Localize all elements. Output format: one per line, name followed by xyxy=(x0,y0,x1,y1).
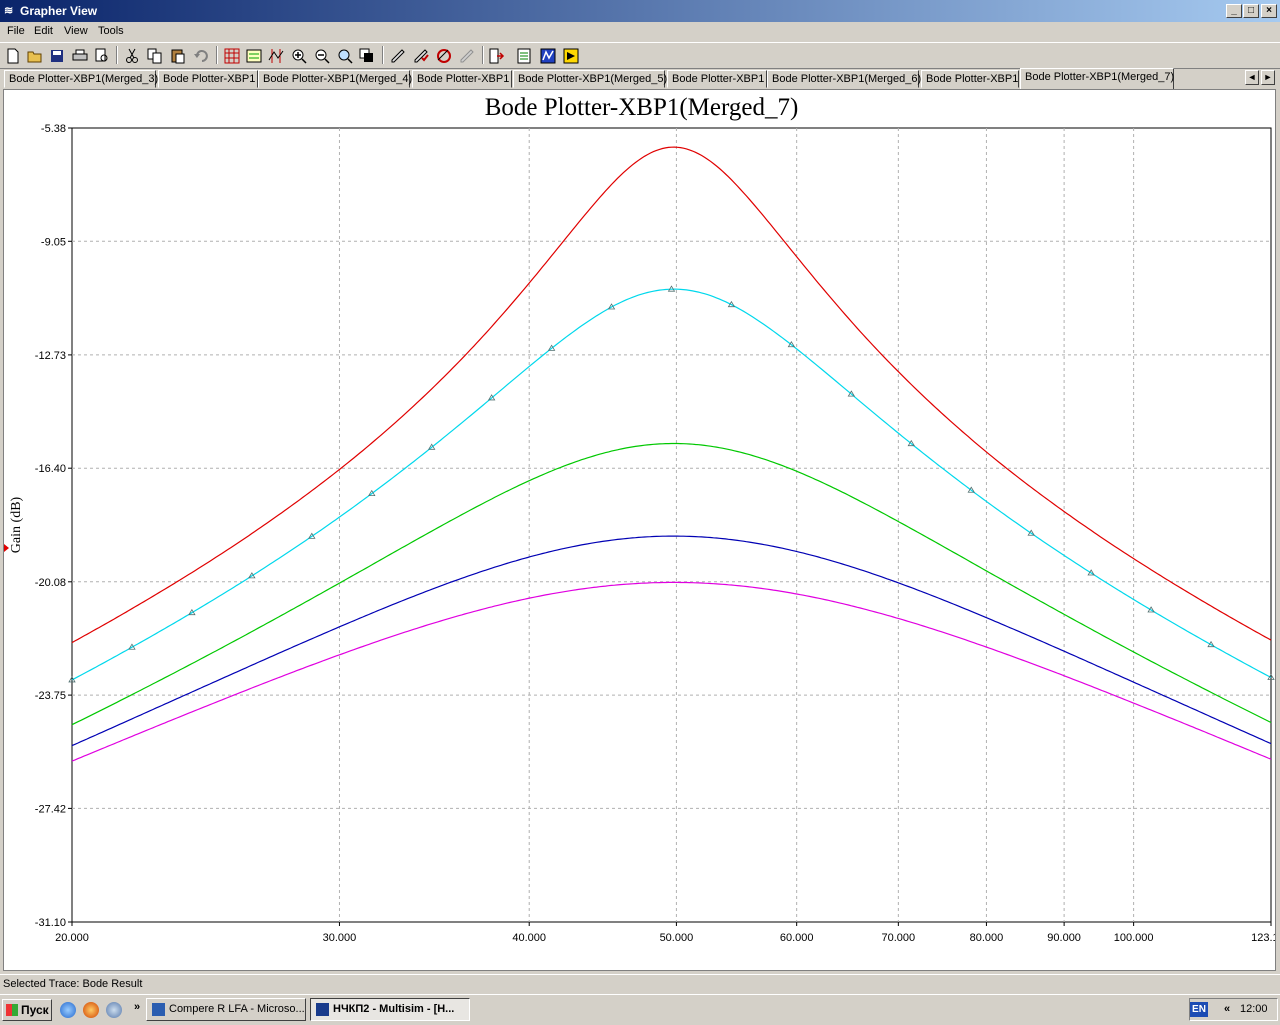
tab-xbp1-d[interactable]: Bode Plotter-XBP1 xyxy=(921,70,1019,88)
reverse-colors-icon[interactable] xyxy=(434,46,454,65)
new-icon[interactable] xyxy=(3,46,23,65)
toolbar-separator xyxy=(482,46,484,64)
tab-merged-4[interactable]: Bode Plotter-XBP1(Merged_4) xyxy=(258,70,412,88)
tab-strip: Bode Plotter-XBP1(Merged_3) Bode Plotter… xyxy=(0,68,1280,89)
y-tick-label: -16.40 xyxy=(35,463,66,475)
minimize-button[interactable]: _ xyxy=(1226,4,1242,18)
x-tick-label: 50.000 xyxy=(660,932,694,944)
x-tick-label: 100.000 xyxy=(1114,932,1154,944)
title-bar: ≋ Grapher View _ □ × xyxy=(0,0,1280,22)
y-tick-label: -23.75 xyxy=(35,690,66,702)
bode-chart[interactable]: Bode Plotter-XBP1(Merged_7) 20.000 30.000 4… xyxy=(4,90,1280,970)
x-tick-label: 123.155 xyxy=(1251,932,1275,944)
zoom-fit-icon[interactable] xyxy=(335,46,355,65)
tab-merged-6[interactable]: Bode Plotter-XBP1(Merged_6) xyxy=(767,70,921,88)
taskbar: Пуск » Compere R LFA - Microso... НЧКП2 … xyxy=(0,994,1280,1025)
x-tick-label: 40.000 xyxy=(512,932,546,944)
tab-merged-7[interactable]: Bode Plotter-XBP1(Merged_7) xyxy=(1020,68,1174,89)
ie-quicklaunch-icon[interactable] xyxy=(60,1002,76,1018)
search-quicklaunch-icon[interactable] xyxy=(106,1002,122,1018)
copy-icon[interactable] xyxy=(145,46,165,65)
multisim-icon xyxy=(316,1003,329,1016)
series-line-2 xyxy=(71,288,1272,681)
chart-title: Bode Plotter-XBP1(Merged_7) xyxy=(485,94,799,121)
toolbar-separator xyxy=(116,46,118,64)
maximize-button[interactable]: □ xyxy=(1243,4,1259,18)
save-icon[interactable] xyxy=(47,46,67,65)
word-icon xyxy=(152,1003,165,1016)
menu-bar: File Edit View Tools xyxy=(0,22,1280,41)
y-tick-label: -5.38 xyxy=(41,123,66,135)
export-mathcad-icon[interactable] xyxy=(538,46,558,65)
status-text: Selected Trace: Bode Result xyxy=(3,978,143,990)
grid-icon[interactable] xyxy=(222,46,242,65)
tab-merged-5[interactable]: Bode Plotter-XBP1(Merged_5) xyxy=(513,70,667,88)
properties-icon[interactable] xyxy=(388,46,408,65)
select-icon[interactable] xyxy=(411,46,431,65)
zoom-in-icon[interactable] xyxy=(289,46,309,65)
grapher-app-icon: ≋ xyxy=(4,5,14,17)
chart-panel: Bode Plotter-XBP1(Merged_7) 20.000 30.000 4… xyxy=(3,89,1280,971)
tab-scroll-right-button[interactable]: ► xyxy=(1261,70,1275,85)
status-bar: Selected Trace: Bode Result xyxy=(0,974,1280,994)
series-line-1 xyxy=(71,146,1272,644)
task-label: Compere R LFA - Microso... xyxy=(169,1003,305,1015)
print-preview-icon[interactable] xyxy=(92,46,112,65)
x-tick-label: 80.000 xyxy=(970,932,1004,944)
start-label: Пуск xyxy=(21,1003,49,1017)
clock: 12:00 xyxy=(1240,1003,1268,1015)
open-icon[interactable] xyxy=(25,46,45,65)
export-excel-icon[interactable] xyxy=(515,46,535,65)
x-tick-label: 70.000 xyxy=(882,932,916,944)
tab-merged-3[interactable]: Bode Plotter-XBP1(Merged_3) xyxy=(4,70,158,88)
tray-expand-button[interactable]: « xyxy=(1224,1003,1230,1015)
series-line-4 xyxy=(71,535,1272,747)
series-line-5 xyxy=(71,581,1272,762)
tab-xbp1-a[interactable]: Bode Plotter-XBP1 xyxy=(158,70,258,88)
clear-icon[interactable] xyxy=(457,46,477,65)
language-indicator[interactable]: EN xyxy=(1190,1002,1208,1017)
y-tick-label: -9.05 xyxy=(41,236,66,248)
firefox-quicklaunch-icon[interactable] xyxy=(83,1002,99,1018)
quicklaunch-more[interactable]: » xyxy=(134,1001,140,1013)
print-icon[interactable] xyxy=(70,46,90,65)
toolbar xyxy=(0,42,1280,69)
close-button[interactable]: × xyxy=(1261,4,1277,18)
toolbar-separator xyxy=(382,46,384,64)
menu-view[interactable]: View xyxy=(64,25,88,37)
x-tick-label: 30.000 xyxy=(323,932,357,944)
x-tick-label: 60.000 xyxy=(780,932,814,944)
tab-scroll-left-button[interactable]: ◄ xyxy=(1245,70,1259,85)
windows-logo-icon xyxy=(6,1004,18,1016)
y-tick-label: -12.73 xyxy=(35,350,66,362)
y-tick-label: -31.10 xyxy=(35,917,66,929)
cut-icon[interactable] xyxy=(122,46,142,65)
undo-icon[interactable] xyxy=(191,46,211,65)
legend-icon[interactable] xyxy=(244,46,264,65)
menu-edit[interactable]: Edit xyxy=(34,25,53,37)
menu-file[interactable]: File xyxy=(7,25,25,37)
overlay-icon[interactable] xyxy=(357,46,377,65)
cursors-icon[interactable] xyxy=(266,46,286,65)
toolbar-separator xyxy=(216,46,218,64)
series-line-3 xyxy=(71,442,1272,726)
menu-tools[interactable]: Tools xyxy=(98,25,124,37)
plot-frame xyxy=(71,127,1272,923)
y-axis-label: Gain (dB) xyxy=(9,496,24,553)
start-button[interactable]: Пуск xyxy=(2,999,52,1021)
export-labview-icon[interactable] xyxy=(561,46,581,65)
x-tick-label: 90.000 xyxy=(1047,932,1081,944)
task-label: НЧКП2 - Multisim - [H... xyxy=(333,1003,455,1015)
window-title: Grapher View xyxy=(20,4,98,18)
x-tick-label: 20.000 xyxy=(55,932,89,944)
y-tick-label: -27.42 xyxy=(35,803,66,815)
export-icon[interactable] xyxy=(487,46,507,65)
paste-icon[interactable] xyxy=(168,46,188,65)
zoom-out-icon[interactable] xyxy=(312,46,332,65)
task-multisim[interactable]: НЧКП2 - Multisim - [H... xyxy=(310,998,470,1021)
tab-xbp1-c[interactable]: Bode Plotter-XBP1 xyxy=(667,70,767,88)
y-tick-label: -20.08 xyxy=(35,577,66,589)
tab-xbp1-b[interactable]: Bode Plotter-XBP1 xyxy=(412,70,512,88)
task-word-document[interactable]: Compere R LFA - Microso... xyxy=(146,998,306,1021)
